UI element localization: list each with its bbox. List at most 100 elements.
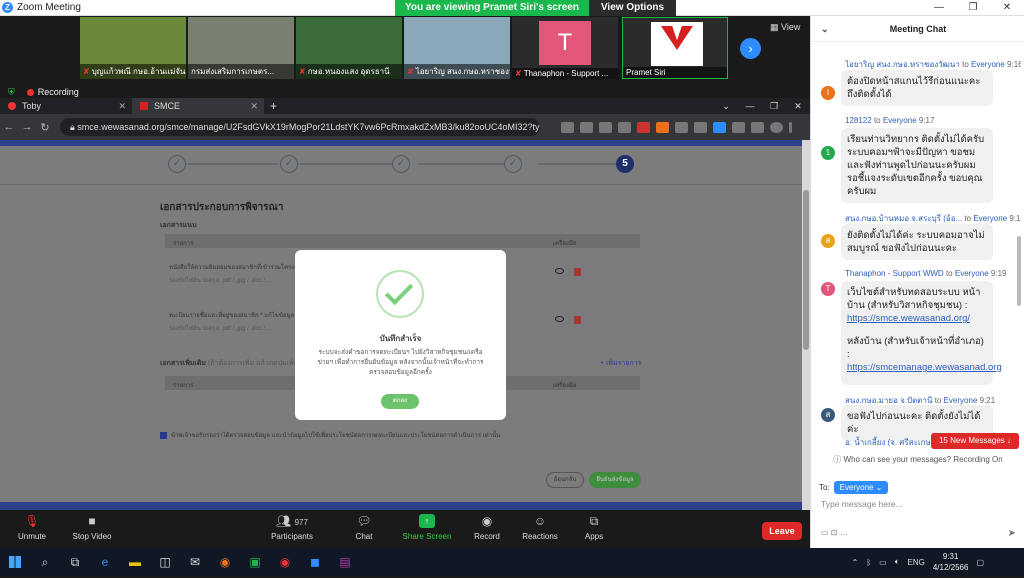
video-tile[interactable]: ✘ กษอ.หนองแสง อุดรธานี: [296, 17, 402, 79]
chrome-icon[interactable]: ◉: [270, 548, 300, 576]
more-icon[interactable]: …: [840, 528, 848, 537]
leave-button[interactable]: Leave: [762, 522, 802, 540]
bookmark-star-icon[interactable]: [618, 121, 631, 133]
chat-input[interactable]: Type message here...: [821, 499, 903, 509]
network-icon[interactable]: ▭: [879, 558, 887, 567]
chevron-down-icon[interactable]: ⌄: [714, 98, 738, 114]
step-4[interactable]: ✓: [504, 155, 522, 173]
screenshot-icon[interactable]: ⊡: [831, 528, 838, 537]
browser-tab-toby[interactable]: Toby ✕: [0, 98, 132, 114]
extension-icon[interactable]: [675, 121, 688, 133]
start-button[interactable]: [0, 548, 30, 576]
minimize-icon[interactable]: —: [738, 98, 762, 114]
smce-link[interactable]: https://smce.wewasanad.org/: [847, 313, 970, 324]
back-arrow-icon[interactable]: ←: [0, 121, 18, 133]
apps-button[interactable]: ⧉ Apps: [564, 514, 624, 541]
consent-checkbox[interactable]: [160, 431, 167, 439]
trash-icon[interactable]: [574, 316, 581, 324]
unmute-button[interactable]: 🎙︎ Unmute: [2, 514, 62, 541]
trash-icon[interactable]: [574, 268, 581, 276]
sidebar-icon[interactable]: [751, 121, 764, 133]
scroll-thumb[interactable]: [803, 190, 809, 350]
restore-icon[interactable]: ❐: [762, 98, 786, 114]
line-icon[interactable]: ▣: [240, 548, 270, 576]
recipient-dropdown[interactable]: Everyone ⌄: [833, 481, 889, 494]
forward-arrow-icon[interactable]: →: [18, 121, 36, 133]
chrome-canary-icon[interactable]: ◉: [210, 548, 240, 576]
extension-icon[interactable]: [713, 121, 726, 133]
bluetooth-icon[interactable]: ᛒ: [866, 558, 871, 567]
url-field[interactable]: 🔒︎ smce.wewasanad.org/smce/manage/U2FsdG…: [60, 118, 540, 136]
next-page-icon[interactable]: ›: [740, 38, 761, 59]
close-tab-icon[interactable]: ✕: [118, 101, 126, 112]
zoom-icon[interactable]: ◼: [300, 548, 330, 576]
chevron-up-icon[interactable]: ⌃: [852, 558, 859, 567]
new-messages-button[interactable]: 15 New Messages ↓: [931, 433, 1019, 449]
profile-avatar[interactable]: [770, 121, 783, 133]
eye-icon[interactable]: [555, 316, 564, 322]
chat-title: Meeting Chat: [889, 24, 947, 34]
task-view-icon[interactable]: ⧉: [60, 548, 90, 576]
confirm-submit-button[interactable]: ยืนยันส่งข้อมูล: [589, 472, 641, 488]
smcemanage-link[interactable]: https://smcemanage.wewasanad.org: [847, 362, 1002, 373]
muted-mic-icon: ✘: [83, 67, 90, 76]
browser-tab-smce[interactable]: SMCE ✕: [132, 98, 264, 114]
search-icon[interactable]: ⌕: [30, 548, 60, 576]
step-5[interactable]: 5: [616, 155, 634, 173]
share-screen-button[interactable]: ↑ Share Screen: [397, 514, 457, 541]
puzzle-icon[interactable]: [732, 121, 745, 133]
video-tile[interactable]: T ✘ Thanaphon - Support ...: [512, 17, 618, 79]
step-2[interactable]: ✓: [280, 155, 298, 173]
extension-icon[interactable]: [637, 121, 650, 133]
step-1[interactable]: ✓: [168, 155, 186, 173]
close-icon[interactable]: ✕: [786, 98, 810, 114]
volume-icon[interactable]: 🔈︎: [895, 557, 900, 567]
video-tile[interactable]: ✘ไอยาริญ สนง.กษอ.หราชองวัฒนา: [404, 17, 510, 79]
store-icon[interactable]: ◫: [150, 548, 180, 576]
video-tile[interactable]: Pramet Siri: [622, 17, 728, 79]
record-button[interactable]: ◉ Record: [457, 514, 517, 541]
add-more-button[interactable]: + เพิ่มรายการ: [600, 358, 641, 369]
send-icon[interactable]: ➤: [1008, 528, 1016, 539]
video-tile[interactable]: ✘ บุญแก้วพณี กษอ.อ้านแม่จัน...: [80, 17, 186, 79]
edge-icon[interactable]: e: [90, 548, 120, 576]
participant-name: ✘ บุญแก้วพณี กษอ.อ้านแม่จัน...: [80, 64, 186, 79]
page-scrollbar[interactable]: [802, 140, 810, 510]
gallery-view-button[interactable]: ▦ View: [770, 22, 800, 33]
eye-icon[interactable]: [555, 268, 564, 274]
chevron-down-icon[interactable]: ⌄: [821, 16, 829, 42]
language-indicator[interactable]: ENG: [908, 558, 925, 567]
view-options-button[interactable]: View Options: [588, 0, 677, 16]
mail-icon[interactable]: ✉: [180, 548, 210, 576]
stop-video-button[interactable]: ■ Stop Video: [62, 514, 122, 541]
close-icon[interactable]: ✕: [990, 0, 1024, 16]
back-button[interactable]: ย้อนกลับ: [546, 472, 584, 488]
reload-icon[interactable]: ↻: [36, 121, 54, 134]
extension-icon[interactable]: [694, 121, 707, 133]
clock[interactable]: 9:31 4/12/2566: [933, 551, 969, 573]
key-icon[interactable]: [561, 121, 574, 133]
share-icon[interactable]: [599, 121, 612, 133]
step-3[interactable]: ✓: [392, 155, 410, 173]
extension-icon[interactable]: [656, 121, 669, 133]
chat-scrollbar[interactable]: [1017, 236, 1021, 306]
reactions-button[interactable]: ☺ Reactions: [510, 514, 570, 541]
video-tile[interactable]: กรมส่งเสริมการเกษตร...: [188, 17, 294, 79]
viewing-text: You are viewing Pramet Siri's screen: [395, 0, 589, 16]
privacy-note[interactable]: ⓘ Who can see your messages? Recording O…: [811, 454, 1024, 465]
maximize-icon[interactable]: ❐: [956, 0, 990, 16]
notification-icon[interactable]: ▢: [976, 558, 984, 567]
participants-button[interactable]: 👥︎ 977 Participants: [262, 514, 322, 541]
modal-ok-button[interactable]: ตกลง: [381, 394, 419, 409]
translate-icon[interactable]: [580, 121, 593, 133]
message-text: ยังติดตั้งไม่ได้ค่ะ ระบบคอมอาจไม่สมบูรณ์…: [841, 224, 993, 260]
chat-button[interactable]: 💬︎ Chat: [334, 514, 394, 541]
app-icon[interactable]: ▤: [330, 548, 360, 576]
page-header-band: [0, 140, 802, 146]
new-tab-icon[interactable]: +: [270, 99, 277, 113]
folder-icon[interactable]: ▬: [120, 548, 150, 576]
close-tab-icon[interactable]: ✕: [250, 101, 258, 112]
kebab-menu-icon[interactable]: [789, 121, 792, 133]
minimize-icon[interactable]: —: [922, 0, 956, 16]
file-icon[interactable]: ▭: [821, 528, 829, 537]
